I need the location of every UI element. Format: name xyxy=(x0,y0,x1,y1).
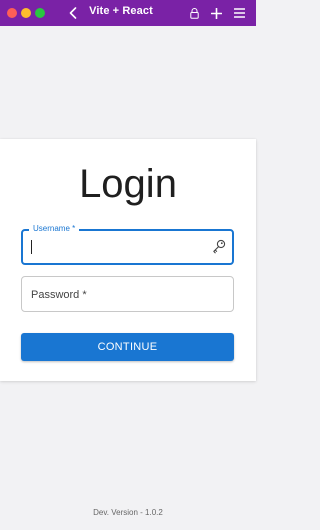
username-field[interactable]: Username * xyxy=(21,223,234,265)
menu-icon[interactable] xyxy=(232,5,246,21)
version-footer: Dev. Version - 1.0.2 xyxy=(93,508,163,517)
password-field[interactable]: Password * xyxy=(21,276,234,312)
minimize-window-button[interactable] xyxy=(21,8,31,18)
close-window-button[interactable] xyxy=(7,8,17,18)
password-label: Password * xyxy=(31,289,87,301)
text-caret xyxy=(31,240,32,254)
key-icon[interactable] xyxy=(212,239,226,255)
plus-icon[interactable] xyxy=(209,5,223,21)
login-heading: Login xyxy=(79,162,177,206)
lock-icon[interactable] xyxy=(187,5,201,21)
zoom-window-button[interactable] xyxy=(35,8,45,18)
back-chevron-icon[interactable] xyxy=(66,2,80,24)
continue-button[interactable]: CONTINUE xyxy=(21,333,234,361)
username-label: Username * xyxy=(29,223,80,235)
title-bar: Vite + React xyxy=(0,0,256,26)
window-title: Vite + React xyxy=(89,5,153,17)
